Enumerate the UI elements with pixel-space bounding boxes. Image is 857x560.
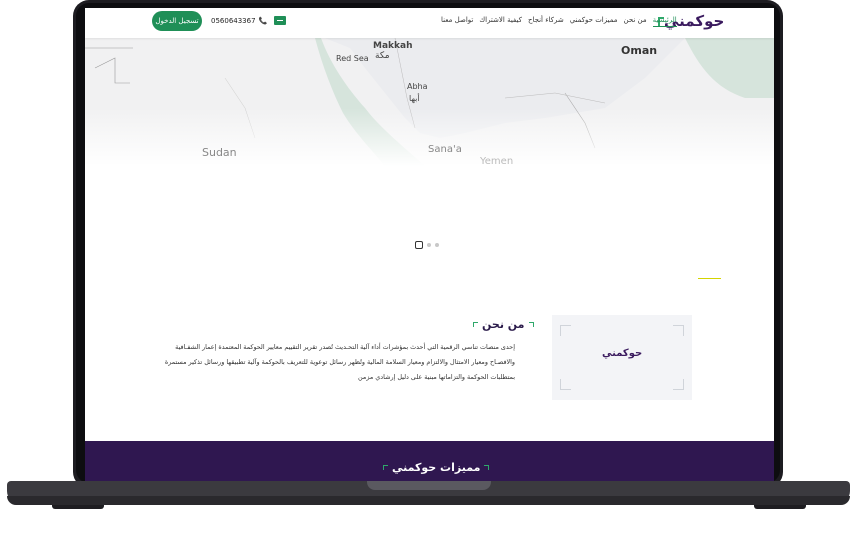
map-label-abha: Abha bbox=[407, 82, 428, 91]
login-button[interactable]: تسجيل الدخول bbox=[152, 11, 202, 31]
laptop-base-shadow bbox=[7, 496, 850, 505]
laptop-foot-left bbox=[52, 505, 104, 509]
site-header: حوكمني الرئيسية من نحن مميزات حوكمني شرك… bbox=[85, 8, 774, 38]
nav-item-partners[interactable]: شركاء أنجاح bbox=[528, 16, 564, 27]
carousel-dot-2[interactable] bbox=[427, 243, 431, 247]
nav-item-subscribe[interactable]: كيفية الاشتراك bbox=[479, 16, 522, 27]
hero-map: Makkah مكة Red Sea Abha أبها Oman Sudan … bbox=[85, 38, 774, 166]
bracket-left-icon bbox=[473, 322, 478, 327]
frame-corner-tl bbox=[560, 325, 571, 336]
laptop-hinge-notch bbox=[367, 481, 491, 490]
nav-item-features[interactable]: مميزات حوكمني bbox=[570, 16, 618, 27]
frame-corner-bl bbox=[560, 379, 571, 390]
saudi-flag-icon bbox=[274, 16, 287, 25]
about-description: إحدى منصات تناسي الرقمية التي أحدث بمؤشر… bbox=[164, 343, 515, 381]
about-image-logo: حوكمني bbox=[602, 348, 643, 359]
map-label-abha-ar: أبها bbox=[409, 94, 420, 103]
frame-corner-tr bbox=[673, 325, 684, 336]
bracket-left-icon bbox=[383, 465, 388, 470]
bracket-right-icon bbox=[484, 465, 490, 470]
carousel-dots bbox=[415, 241, 439, 249]
decorative-divider bbox=[698, 278, 721, 279]
map-label-makkah-ar: مكة bbox=[375, 51, 390, 61]
laptop-foot-right bbox=[754, 505, 806, 509]
main-nav: الرئيسية من نحن مميزات حوكمني شركاء أنجا… bbox=[441, 16, 677, 27]
features-section: مميزات حوكمني bbox=[85, 441, 774, 481]
about-image: حوكمني bbox=[552, 315, 692, 400]
nav-item-home[interactable]: الرئيسية bbox=[652, 16, 677, 27]
frame-corner-br bbox=[673, 379, 684, 390]
carousel-dot-3[interactable] bbox=[435, 243, 439, 247]
map-label-sudan: Sudan bbox=[202, 146, 237, 159]
browser-screen: حوكمني الرئيسية من نحن مميزات حوكمني شرك… bbox=[85, 8, 774, 481]
bracket-right-icon bbox=[528, 322, 534, 327]
nav-item-contact[interactable]: تواصل معنا bbox=[441, 16, 473, 27]
about-section-title: من نحن bbox=[473, 318, 534, 331]
phone-icon: 📞 bbox=[258, 16, 268, 25]
phone-contact[interactable]: 0560643367 📞 bbox=[211, 16, 287, 25]
nav-item-about[interactable]: من نحن bbox=[624, 16, 647, 27]
map-label-oman: Oman bbox=[621, 44, 658, 57]
map-label-sanaa: Sana'a bbox=[428, 144, 462, 155]
carousel-dot-1[interactable] bbox=[415, 241, 423, 249]
features-section-title: مميزات حوكمني bbox=[383, 461, 490, 474]
map-label-makkah: Makkah bbox=[373, 41, 413, 51]
phone-number: 0560643367 bbox=[211, 16, 256, 25]
map-label-yemen: Yemen bbox=[480, 156, 514, 166]
map-label-red-sea: Red Sea bbox=[336, 54, 369, 63]
